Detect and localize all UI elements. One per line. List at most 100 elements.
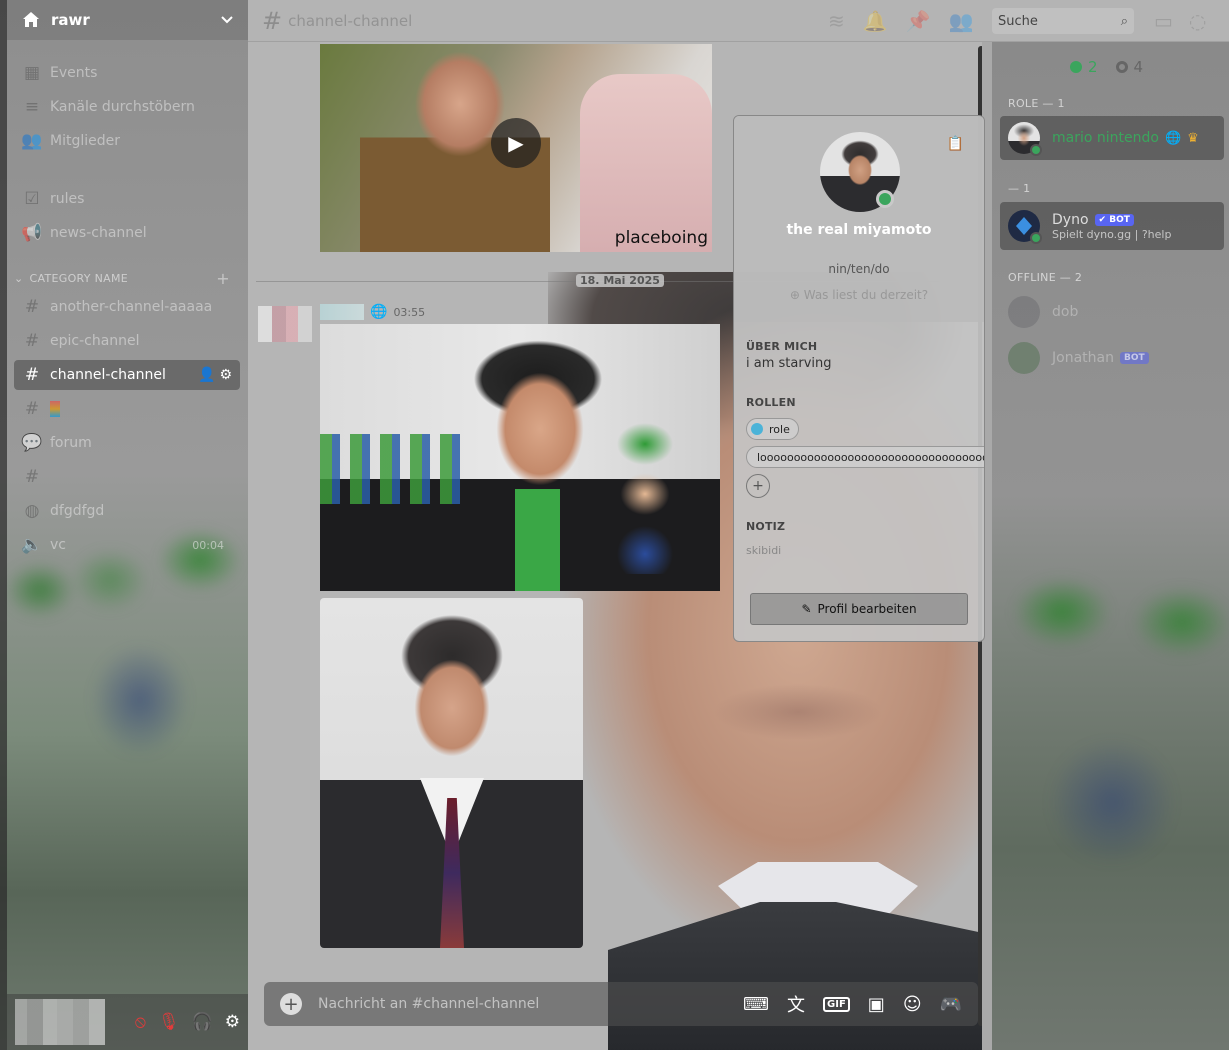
member-item[interactable]: dob bbox=[1000, 290, 1224, 334]
sticker-icon[interactable]: ▣ bbox=[868, 994, 885, 1015]
channel-item[interactable]: # bbox=[14, 462, 240, 492]
note-field[interactable]: skibidi bbox=[746, 544, 781, 557]
sidebar-item-events[interactable]: ▦ Events bbox=[14, 58, 240, 88]
sidebar-item-rules[interactable]: ☑ rules bbox=[14, 184, 240, 214]
sidebar-item-news-channel[interactable]: 📢 news-channel bbox=[14, 218, 240, 248]
avatar bbox=[1008, 342, 1040, 374]
members-list-icon[interactable]: 👥 bbox=[949, 9, 974, 33]
image-attachment[interactable] bbox=[320, 324, 720, 591]
member-item[interactable]: mario nintendo 🌐 ♛ bbox=[1000, 116, 1224, 160]
role-color-dot bbox=[751, 423, 763, 435]
member-group-title: — 1 bbox=[1008, 182, 1031, 195]
member-list: 2 4 ROLE — 1 mario nintendo 🌐 ♛ — 1 Dyno… bbox=[992, 42, 1229, 1050]
online-count-value: 2 bbox=[1088, 58, 1098, 76]
category-header[interactable]: ⌄ CATEGORY NAME + bbox=[14, 268, 240, 288]
calendar-icon: ▦ bbox=[23, 63, 41, 83]
channel-item[interactable]: # another-channel-aaaaa bbox=[14, 292, 240, 322]
channel-item[interactable]: # epic-channel bbox=[14, 326, 240, 356]
profile-pronouns: nin/ten/do bbox=[828, 262, 890, 276]
role-pill[interactable]: role bbox=[746, 418, 799, 440]
member-item[interactable]: Jonathan BOT bbox=[1000, 336, 1224, 380]
gear-icon[interactable]: ⚙ bbox=[219, 367, 232, 383]
author-name[interactable] bbox=[320, 304, 364, 320]
clipboard-icon[interactable]: 📋 bbox=[947, 136, 964, 152]
headphones-icon[interactable]: 🎧 bbox=[192, 1012, 213, 1032]
member-item[interactable]: Dyno ✔ BOT Spielt dyno.gg | ?help bbox=[1000, 202, 1224, 250]
globe-icon: 🌐 bbox=[370, 304, 388, 320]
category-name: CATEGORY NAME bbox=[29, 271, 128, 285]
chevron-down-icon: ⌄ bbox=[14, 271, 24, 285]
date-label: 18. Mai 2025 bbox=[576, 274, 664, 287]
about-text: i am starving bbox=[746, 356, 832, 371]
channel-item[interactable]: 💬 forum bbox=[14, 428, 240, 458]
search-icon: ⌕ bbox=[1120, 13, 1128, 29]
channel-item-active[interactable]: # channel-channel 👤 ⚙ bbox=[14, 360, 240, 390]
profile-display-name: the real miyamoto bbox=[786, 222, 932, 238]
bell-icon[interactable]: 🔔 bbox=[863, 9, 888, 33]
offline-dot-icon bbox=[1115, 61, 1128, 73]
help-icon[interactable]: ◌ bbox=[1189, 9, 1206, 33]
inbox-icon[interactable]: ▭ bbox=[1154, 9, 1173, 33]
translate-icon[interactable]: 文 bbox=[787, 991, 805, 1017]
bot-badge: ✔ BOT bbox=[1094, 213, 1134, 226]
hashtag-icon: # bbox=[24, 331, 40, 351]
member-name: dob bbox=[1052, 304, 1079, 320]
bot-badge: BOT bbox=[1119, 352, 1149, 364]
online-status-icon bbox=[876, 190, 894, 208]
voice-channel-item[interactable]: 🔈 vc 00:04 bbox=[14, 530, 240, 560]
channel-item[interactable]: # bbox=[14, 394, 240, 424]
mic-muted-icon[interactable]: 🎙 bbox=[158, 1012, 180, 1032]
message-input[interactable] bbox=[318, 996, 718, 1012]
sidebar-background bbox=[0, 520, 248, 1000]
gear-icon[interactable]: ⚙ bbox=[225, 1012, 240, 1032]
image-attachment[interactable] bbox=[320, 598, 583, 948]
role-pill[interactable]: looooooooooooooooooooooooooooooooooooooo… bbox=[746, 446, 984, 468]
channel-label: forum bbox=[50, 435, 92, 451]
sidebar-item-members[interactable]: 👥 Mitglieder bbox=[14, 126, 240, 156]
note-title: NOTIZ bbox=[746, 520, 786, 533]
keyboard-icon[interactable]: ⌨ bbox=[743, 994, 769, 1015]
hashtag-icon: # bbox=[24, 297, 40, 317]
edit-profile-button[interactable]: ✎ Profil bearbeiten bbox=[750, 593, 968, 625]
pin-icon[interactable]: 📌 bbox=[906, 9, 931, 33]
invite-icon[interactable]: 👤 bbox=[198, 367, 215, 383]
server-rail bbox=[0, 0, 7, 1050]
gif-button[interactable]: GIF bbox=[823, 996, 850, 1012]
camera-off-icon[interactable]: ⦸ bbox=[135, 1012, 146, 1032]
member-group-title: OFFLINE — 2 bbox=[1008, 271, 1083, 284]
status-prompt[interactable]: ⊕ Was liest du derzeit? bbox=[734, 288, 984, 302]
channel-title: channel-channel bbox=[288, 11, 413, 30]
online-dot-icon bbox=[1070, 61, 1082, 73]
avatar bbox=[1008, 210, 1042, 244]
add-role-button[interactable]: + bbox=[746, 474, 770, 498]
server-header[interactable]: rawr bbox=[7, 0, 248, 40]
status-prompt-text: Was liest du derzeit? bbox=[803, 288, 929, 302]
search-input[interactable]: Suche ⌕ bbox=[992, 8, 1134, 34]
channel-item[interactable]: ◍ dfgdfgd bbox=[14, 496, 240, 526]
avatar[interactable] bbox=[15, 999, 105, 1045]
add-status-icon: ⊕ bbox=[789, 288, 800, 302]
threads-icon[interactable]: ≋ bbox=[828, 9, 845, 33]
member-group-title: ROLE — 1 bbox=[1008, 97, 1065, 110]
emoji-icon[interactable]: ☺ bbox=[903, 994, 922, 1015]
hashtag-icon: # bbox=[24, 365, 40, 385]
add-channel-icon[interactable]: + bbox=[216, 269, 230, 288]
globe-icon: 🌐 bbox=[1164, 130, 1182, 146]
sidebar-item-browse-channels[interactable]: ≡ Kanäle durchstöbern bbox=[14, 92, 240, 122]
channel-label: channel-channel bbox=[50, 367, 166, 383]
play-icon[interactable]: ▶ bbox=[491, 118, 541, 168]
avatar[interactable] bbox=[258, 306, 312, 342]
game-controller-icon[interactable]: 🎮 bbox=[940, 994, 962, 1015]
member-name: mario nintendo bbox=[1052, 130, 1159, 146]
dyno-logo bbox=[1016, 217, 1032, 235]
message-composer: + ⌨ 文 GIF ▣ ☺ 🎮 bbox=[264, 982, 978, 1026]
check-icon: ✔ bbox=[1098, 214, 1107, 225]
video-attachment[interactable]: ▶ placeboing bbox=[320, 44, 712, 252]
crown-icon: ♛ bbox=[1187, 130, 1199, 146]
profile-popout: 📋 the real miyamoto nin/ten/do ⊕ Was lie… bbox=[733, 115, 985, 642]
chevron-down-icon[interactable] bbox=[220, 13, 234, 27]
server-name: rawr bbox=[51, 11, 90, 29]
add-attachment-icon[interactable]: + bbox=[280, 993, 302, 1015]
channel-header: # channel-channel ≋ 🔔 📌 👥 Suche ⌕ ▭ ◌ bbox=[248, 0, 1229, 42]
offline-count: 4 bbox=[1115, 58, 1143, 76]
